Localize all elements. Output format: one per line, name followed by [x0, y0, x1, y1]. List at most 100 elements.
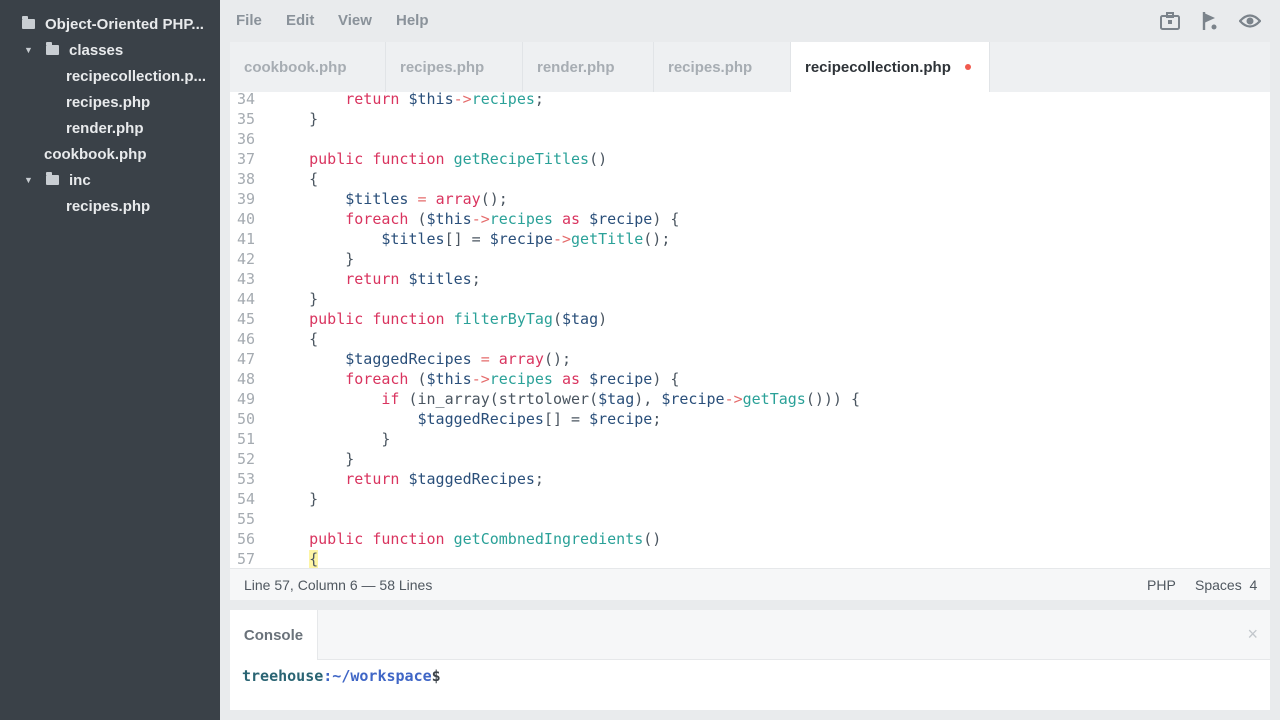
code-line[interactable]: 51 }	[230, 429, 1270, 449]
code-token: $taggedRecipes	[345, 350, 481, 368]
flag-icon[interactable]	[1199, 10, 1221, 32]
tab-recipes-inc[interactable]: recipes.php	[654, 42, 791, 92]
line-code: foreach ($this->recipes as $recipe) {	[273, 209, 679, 229]
line-number: 52	[236, 450, 255, 468]
code-line[interactable]: 38 {	[230, 169, 1270, 189]
code-token: }	[273, 290, 319, 308]
code-line[interactable]: 47 $taggedRecipes = array();	[230, 349, 1270, 369]
folder-icon	[22, 16, 35, 29]
tab-recipes[interactable]: recipes.php	[386, 42, 523, 92]
prompt-user: treehouse	[242, 667, 324, 685]
code-line[interactable]: 35 }	[230, 109, 1270, 129]
code-line[interactable]: 56 public function getCombnedIngredients…	[230, 529, 1270, 549]
line-number: 39	[236, 190, 255, 208]
code-token: $taggedRecipes	[417, 410, 544, 428]
line-code: $titles = array();	[273, 189, 508, 209]
code-line[interactable]: 45 public function filterByTag($tag)	[230, 309, 1270, 329]
indent-size: 4	[1249, 577, 1258, 593]
eye-icon[interactable]	[1239, 10, 1261, 32]
line-number: 43	[236, 270, 255, 288]
code-line[interactable]: 48 foreach ($this->recipes as $recipe) {	[230, 369, 1270, 389]
code-token: $titles	[381, 230, 445, 248]
code-line[interactable]: 39 $titles = array();	[230, 189, 1270, 209]
code-token: ),	[634, 390, 662, 408]
code-line[interactable]: 40 foreach ($this->recipes as $recipe) {	[230, 209, 1270, 229]
line-number: 37	[236, 150, 255, 168]
code-line[interactable]: 46 {	[230, 329, 1270, 349]
chevron-down-icon[interactable]: ▼	[24, 45, 34, 55]
code-line[interactable]: 49 if (in_array(strtolower($tag), $recip…	[230, 389, 1270, 409]
share-icon[interactable]	[1159, 10, 1181, 32]
code-token: filterByTag	[453, 310, 553, 328]
tree-item-recipes[interactable]: recipes.php	[66, 89, 214, 115]
code-token: foreach	[345, 210, 418, 228]
code-editor[interactable]: 34 return $this->recipes; 35 } 36 37 public…	[230, 92, 1270, 568]
line-code: }	[273, 249, 354, 269]
code-line[interactable]: 52 }	[230, 449, 1270, 469]
menu-edit[interactable]: Edit	[286, 12, 314, 29]
line-code: $titles[] = $recipe->getTitle();	[273, 229, 670, 249]
line-number: 53	[236, 470, 255, 488]
chevron-down-icon[interactable]: ▼	[24, 175, 34, 185]
code-line[interactable]: 44 }	[230, 289, 1270, 309]
code-token: return	[345, 470, 409, 488]
code-token: recipes	[489, 210, 562, 228]
close-icon[interactable]: ×	[1247, 624, 1258, 645]
code-line[interactable]: 57 {	[230, 549, 1270, 568]
code-line[interactable]: 50 $taggedRecipes[] = $recipe;	[230, 409, 1270, 429]
code-line[interactable]: 36	[230, 129, 1270, 149]
code-token: [] =	[543, 410, 590, 428]
line-code: public function getCombnedIngredients()	[273, 529, 661, 549]
line-code: public function filterByTag($tag)	[273, 309, 607, 329]
terminal-prompt[interactable]: treehouse:~/workspace$	[242, 667, 441, 685]
tree-item-inc-recipes[interactable]: recipes.php	[66, 193, 214, 219]
code-token: return	[345, 270, 409, 288]
line-number: 40	[236, 210, 255, 228]
menu-file[interactable]: File	[236, 12, 262, 29]
code-token: ()	[589, 150, 608, 168]
code-line[interactable]: 55	[230, 509, 1270, 529]
code-line[interactable]: 37 public function getRecipeTitles()	[230, 149, 1270, 169]
tree-item-inc[interactable]: ▼ inc	[24, 167, 214, 193]
code-line[interactable]: 41 $titles[] = $recipe->getTitle();	[230, 229, 1270, 249]
code-token: ;	[534, 92, 544, 108]
line-code: return $taggedRecipes;	[273, 469, 544, 489]
menu-view[interactable]: View	[338, 12, 372, 29]
code-token: ();	[643, 230, 671, 248]
code-token: }	[273, 250, 355, 268]
tab-console[interactable]: Console	[230, 610, 318, 660]
indent-mode[interactable]: Spaces 4	[1195, 577, 1257, 593]
language-mode[interactable]: PHP	[1147, 577, 1176, 593]
code-token: ->	[724, 390, 743, 408]
tree-item-cookbook[interactable]: cookbook.php	[44, 141, 214, 167]
menu-help[interactable]: Help	[396, 12, 429, 29]
tree-item-recipecollection[interactable]: recipecollection.p...	[66, 63, 214, 89]
tree-item-render[interactable]: render.php	[66, 115, 214, 141]
tab-render[interactable]: render.php	[523, 42, 654, 92]
code-token: ;	[652, 410, 662, 428]
code-line[interactable]: 42 }	[230, 249, 1270, 269]
status-bar: Line 57, Column 6 — 58 Lines PHP Spaces …	[230, 568, 1270, 600]
code-line[interactable]: 34 return $this->recipes;	[230, 92, 1270, 109]
line-number: 50	[236, 410, 255, 428]
code-token: (in_array(strtolower(	[408, 390, 599, 408]
code-token: {	[309, 550, 319, 568]
code-token: $titles	[345, 190, 418, 208]
code-token: ->	[471, 370, 490, 388]
code-line[interactable]: 53 return $taggedRecipes;	[230, 469, 1270, 489]
unsaved-indicator	[964, 64, 971, 70]
code-line[interactable]: 43 return $titles;	[230, 269, 1270, 289]
code-line[interactable]: 54 }	[230, 489, 1270, 509]
code-token: $recipe	[589, 410, 653, 428]
tree-item-classes[interactable]: ▼ classes	[24, 37, 214, 63]
tab-cookbook[interactable]: cookbook.php	[230, 42, 386, 92]
code-token: ;	[471, 270, 481, 288]
tab-recipecollection[interactable]: recipecollection.php	[791, 42, 990, 92]
tree-item-project[interactable]: Object-Oriented PHP...	[22, 11, 216, 37]
